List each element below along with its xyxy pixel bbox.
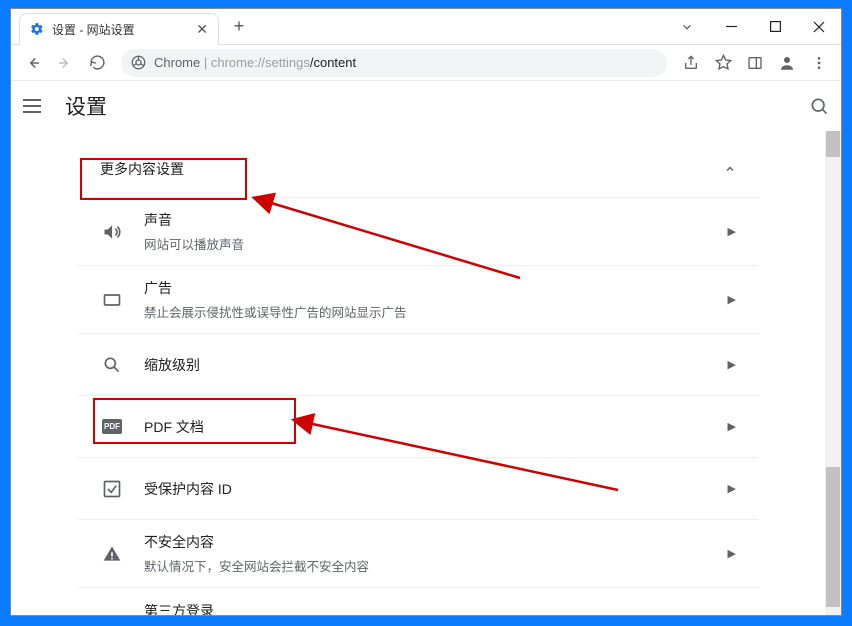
scrollbar-thumb-top[interactable] xyxy=(826,131,840,157)
checkbox-icon xyxy=(100,479,124,499)
back-button[interactable] xyxy=(19,49,47,77)
settings-search-button[interactable] xyxy=(809,96,829,116)
app-window: 设置 - 网站设置 ✕ + xyxy=(10,8,842,616)
row-title: 声音 xyxy=(144,210,728,230)
row-title: 第三方登录 xyxy=(144,601,736,616)
side-panel-button[interactable] xyxy=(741,49,769,77)
search-icon xyxy=(100,355,124,375)
chevron-right-icon: ▶ xyxy=(728,482,736,495)
collapse-icon xyxy=(724,163,736,175)
address-bar: Chrome | chrome://settings/content xyxy=(11,45,841,81)
row-desc: 网站可以播放声音 xyxy=(144,234,728,253)
chevron-right-icon: ▶ xyxy=(728,225,736,238)
titlebar: 设置 - 网站设置 ✕ + xyxy=(11,9,841,45)
tab-dropdown-button[interactable] xyxy=(665,9,709,44)
rectangle-icon xyxy=(100,290,124,310)
warning-icon xyxy=(100,544,124,564)
chrome-icon xyxy=(131,55,146,70)
chevron-right-icon: ▶ xyxy=(728,293,736,306)
row-desc: 默认情况下，安全网站会拦截不安全内容 xyxy=(144,556,728,575)
share-button[interactable] xyxy=(677,49,705,77)
section-more-content[interactable]: 更多内容设置 xyxy=(78,141,758,197)
page-title: 设置 xyxy=(65,91,107,121)
chevron-right-icon: ▶ xyxy=(728,358,736,371)
window-controls xyxy=(665,9,841,44)
chevron-right-icon: ▶ xyxy=(728,547,736,560)
row-title: 缩放级别 xyxy=(144,355,728,375)
url-box[interactable]: Chrome | chrome://settings/content xyxy=(121,49,667,77)
row-third-party-signin[interactable]: 第三方登录 xyxy=(78,587,758,615)
row-title: 受保护内容 ID xyxy=(144,479,728,499)
reload-button[interactable] xyxy=(83,49,111,77)
pdf-icon: PDF xyxy=(100,419,124,434)
row-title: 不安全内容 xyxy=(144,532,728,552)
url-text: Chrome | chrome://settings/content xyxy=(154,55,356,70)
forward-button[interactable] xyxy=(51,49,79,77)
row-title: 广告 xyxy=(144,278,728,298)
section-title: 更多内容设置 xyxy=(100,159,184,179)
scrollbar-track[interactable] xyxy=(825,131,841,615)
row-ads[interactable]: 广告 禁止会展示侵扰性或误导性广告的网站显示广告 ▶ xyxy=(78,265,758,333)
maximize-button[interactable] xyxy=(753,9,797,44)
scrollbar-thumb[interactable] xyxy=(826,467,840,607)
row-pdf[interactable]: PDF PDF 文档 ▶ xyxy=(78,395,758,457)
volume-icon xyxy=(100,222,124,242)
chevron-right-icon: ▶ xyxy=(728,420,736,433)
tab-title: 设置 - 网站设置 xyxy=(52,21,188,38)
gear-icon xyxy=(30,22,44,36)
bookmark-button[interactable] xyxy=(709,49,737,77)
profile-button[interactable] xyxy=(773,49,801,77)
settings-list: 更多内容设置 声音 网站可以播放声音 ▶ xyxy=(78,141,758,615)
content-area: 更多内容设置 声音 网站可以播放声音 ▶ xyxy=(11,131,841,615)
row-desc: 禁止会展示侵扰性或误导性广告的网站显示广告 xyxy=(144,302,728,321)
minimize-button[interactable] xyxy=(709,9,753,44)
row-sound[interactable]: 声音 网站可以播放声音 ▶ xyxy=(78,197,758,265)
tab-close-icon[interactable]: ✕ xyxy=(196,22,208,36)
row-title: PDF 文档 xyxy=(144,417,728,437)
settings-appbar: 设置 xyxy=(11,81,841,131)
row-zoom[interactable]: 缩放级别 ▶ xyxy=(78,333,758,395)
row-insecure-content[interactable]: 不安全内容 默认情况下，安全网站会拦截不安全内容 ▶ xyxy=(78,519,758,587)
new-tab-button[interactable]: + xyxy=(225,16,253,37)
row-protected-content[interactable]: 受保护内容 ID ▶ xyxy=(78,457,758,519)
menu-button[interactable] xyxy=(805,49,833,77)
menu-icon[interactable] xyxy=(23,94,47,118)
browser-tab[interactable]: 设置 - 网站设置 ✕ xyxy=(19,13,219,45)
close-window-button[interactable] xyxy=(797,9,841,44)
